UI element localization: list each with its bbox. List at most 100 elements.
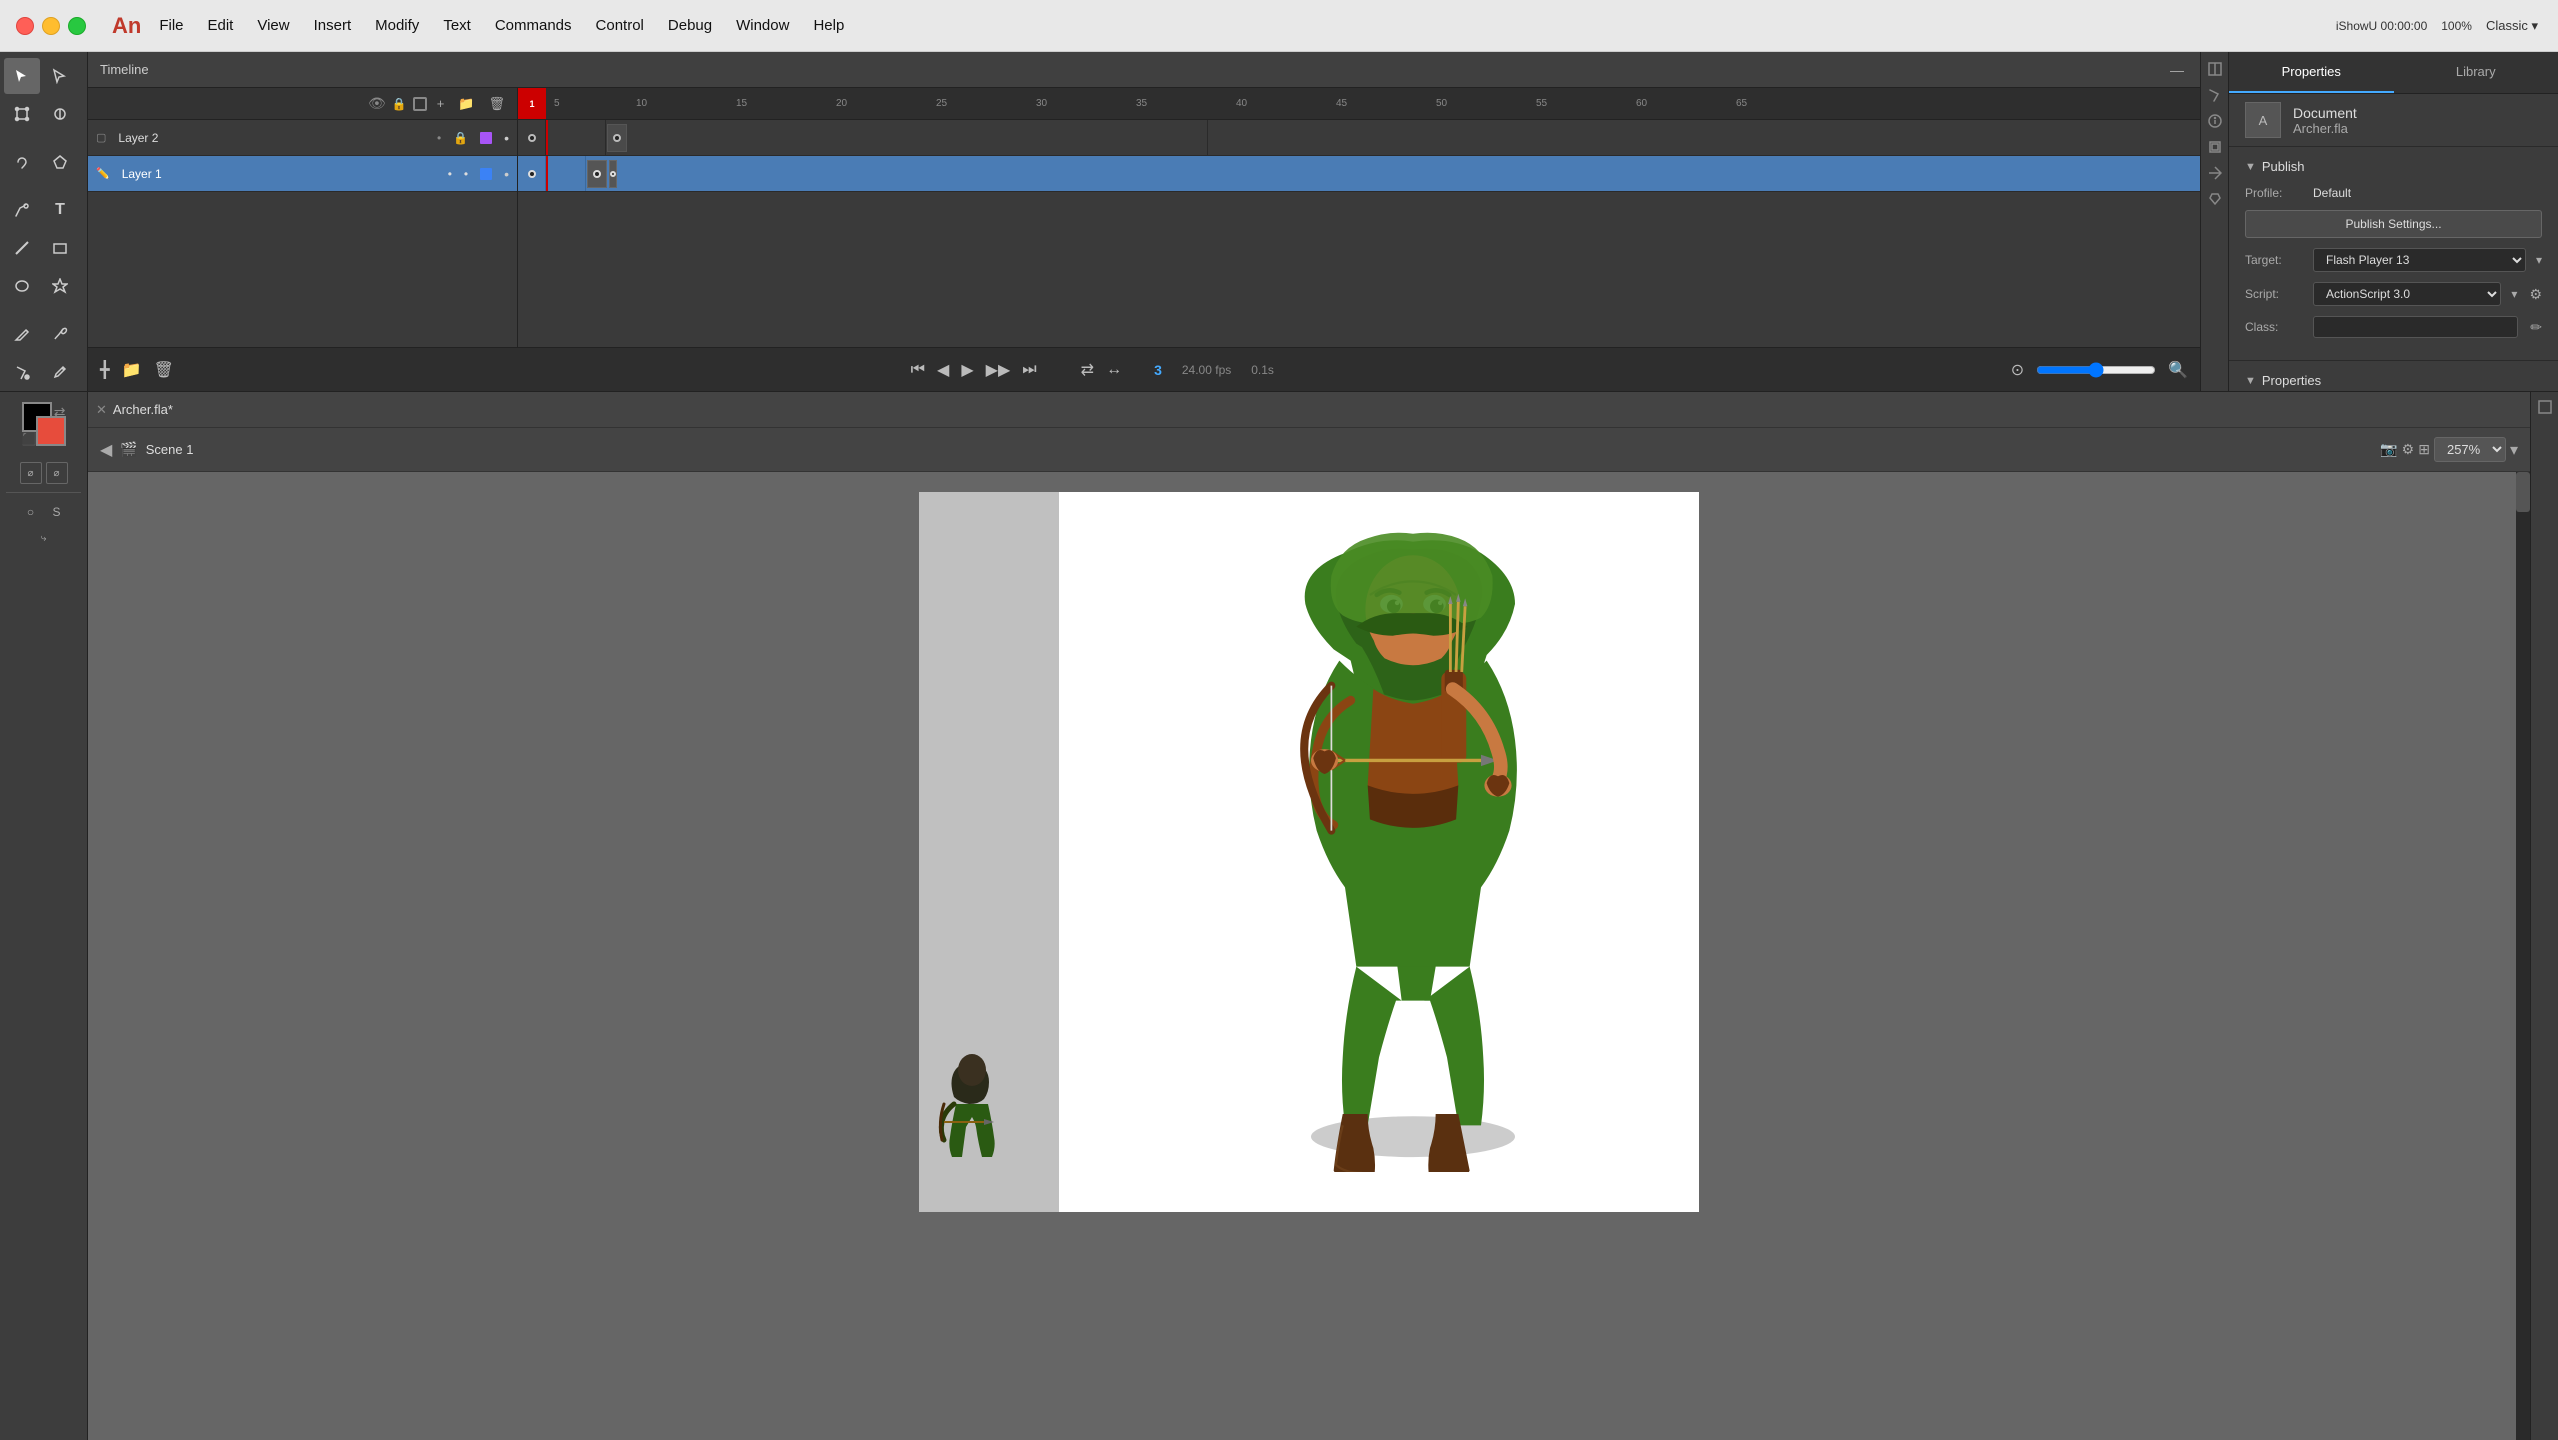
script-dropdown[interactable]: ActionScript 3.0 ActionScript 2.0 — [2313, 282, 2501, 306]
add-folder-btn[interactable]: 📁 — [454, 94, 478, 114]
maximize-button[interactable] — [68, 17, 86, 35]
workspace-selector[interactable]: Classic ▾ — [2486, 18, 2538, 34]
go-first-btn[interactable]: ⏮ — [911, 361, 925, 379]
class-edit-btn[interactable]: ✏ — [2530, 319, 2542, 336]
go-next-btn[interactable]: ▶▶ — [986, 360, 1011, 380]
info-icon-btn[interactable] — [2204, 110, 2226, 132]
properties-section-header[interactable]: ▼ Properties — [2245, 373, 2542, 388]
timeline-zoom-out[interactable]: 🔍 — [2168, 360, 2188, 380]
layer-row-2[interactable]: ▢ Layer 2 • 🔒 • — [88, 120, 517, 156]
go-last-btn[interactable]: ⏭ — [1022, 361, 1036, 379]
vertical-scrollbar[interactable] — [2516, 472, 2530, 1440]
timeline-title: Timeline — [100, 62, 149, 77]
menu-view[interactable]: View — [257, 17, 289, 34]
close-button[interactable] — [16, 17, 34, 35]
reset-colors-btn[interactable]: ⬛ — [22, 432, 37, 446]
script-settings-btn[interactable]: ⚙ — [2529, 286, 2542, 303]
eyedropper-tool[interactable] — [42, 354, 78, 390]
movie-icon: 🎬 — [120, 441, 137, 458]
bottom-area: ⇄ ⬛ ⌀ ⌀ ○ S ⤷ ✕ Archer.fla* — [0, 392, 2558, 1440]
menu-file[interactable]: File — [159, 17, 183, 34]
menu-commands[interactable]: Commands — [495, 17, 572, 34]
timeline-zoom-slider[interactable] — [2036, 362, 2156, 378]
play-btn[interactable]: ▶ — [961, 360, 973, 380]
menu-window[interactable]: Window — [736, 17, 789, 34]
add-layer-btn[interactable]: + — [433, 94, 449, 113]
menu-modify[interactable]: Modify — [375, 17, 419, 34]
delete-frames-btn[interactable]: 🗑 — [154, 360, 174, 380]
loop-playback-btn[interactable]: ⊙ — [2011, 360, 2024, 380]
class-input[interactable] — [2313, 316, 2518, 338]
zoom-dropdown-btn[interactable]: ▾ — [2510, 440, 2518, 460]
publish-settings-btn[interactable]: Publish Settings... — [2245, 210, 2542, 238]
selection-tool[interactable] — [4, 58, 40, 94]
publish-section: ▼ Publish Profile: Default Publish Setti… — [2229, 147, 2558, 361]
playback-new-layer[interactable]: ╋ — [100, 360, 110, 380]
none-stroke-btn[interactable]: ⌀ — [20, 462, 42, 484]
minimize-button[interactable] — [42, 17, 60, 35]
layer-row-1[interactable]: ✏️ Layer 1 • • • — [88, 156, 517, 192]
target-row: Target: Flash Player 13 Flash Player 12 … — [2245, 248, 2542, 272]
polystar-tool[interactable] — [42, 268, 78, 304]
stage-white — [1059, 492, 1699, 1212]
frames-area: 1 5 10 15 20 25 30 35 40 — [518, 88, 2200, 347]
tab-properties[interactable]: Properties — [2229, 52, 2394, 93]
menu-debug[interactable]: Debug — [668, 17, 712, 34]
publish-section-header[interactable]: ▼ Publish — [2245, 159, 2542, 174]
left-toolbar: T — [0, 52, 88, 391]
pen-tool[interactable] — [4, 192, 40, 228]
layer1-edit-icon: ✏️ — [96, 167, 110, 180]
free-transform-tool[interactable] — [4, 96, 40, 132]
go-prev-btn[interactable]: ◀ — [937, 360, 949, 380]
zoom-select[interactable]: 257% 100% 50% 200% 400% — [2434, 437, 2506, 462]
file-tab-label[interactable]: Archer.fla* — [113, 402, 173, 417]
polygon-lasso-tool[interactable] — [42, 144, 78, 180]
delete-layer-btn[interactable]: 🗑 — [484, 94, 509, 114]
rotate-btn[interactable]: ⚙ — [2402, 441, 2415, 458]
tab-close-icon[interactable]: ✕ — [96, 402, 107, 418]
gradient-transform-tool[interactable] — [42, 96, 78, 132]
menu-help[interactable]: Help — [813, 17, 844, 34]
debug-icon-btn[interactable] — [2204, 188, 2226, 210]
paint-bucket-icon-btn[interactable] — [2204, 84, 2226, 106]
ruler-35: 35 — [1136, 98, 1236, 109]
loop-btn[interactable]: ⇄ — [1081, 360, 1094, 380]
timeline-panel: Timeline — 👁 🔒 + 📁 🗑 — [88, 52, 2200, 391]
pencil-tool[interactable] — [4, 316, 40, 352]
oval-tool[interactable] — [4, 268, 40, 304]
symbol-btn[interactable]: ○ — [20, 501, 42, 523]
snap-to-btn[interactable]: ⊞ — [2418, 441, 2430, 458]
right-snap-btn[interactable] — [2534, 396, 2556, 418]
pen-tools-row: T — [4, 192, 83, 228]
none-fill-btn[interactable]: ⌀ — [46, 462, 68, 484]
paint-bucket-tool[interactable] — [4, 354, 40, 390]
lasso-tool[interactable] — [4, 144, 40, 180]
menu-text[interactable]: Text — [443, 17, 471, 34]
line-tool[interactable] — [4, 230, 40, 266]
menu-insert[interactable]: Insert — [314, 17, 352, 34]
text-tool[interactable]: T — [42, 192, 78, 228]
target-dropdown[interactable]: Flash Player 13 Flash Player 12 Flash Pl… — [2313, 248, 2526, 272]
snap-btn[interactable]: ↔ — [1106, 361, 1122, 379]
menu-control[interactable]: Control — [596, 17, 644, 34]
motion-icon-btn[interactable] — [2204, 162, 2226, 184]
camera-btn[interactable]: 📷 — [2380, 441, 2397, 458]
tab-library[interactable]: Library — [2394, 52, 2558, 93]
menu-items: File Edit View Insert Modify Text Comman… — [159, 17, 844, 34]
timeline-controls: — — [2166, 60, 2188, 80]
brush-tool[interactable] — [42, 316, 78, 352]
rect-tool[interactable] — [42, 230, 78, 266]
swap-colors-btn[interactable]: ⇄ — [54, 404, 66, 421]
playback-add-folder[interactable]: 📁 — [122, 360, 142, 380]
layer1-box — [480, 168, 492, 180]
symbol2-btn[interactable]: S — [46, 501, 68, 523]
bone-tool-btn[interactable]: ⤷ — [33, 527, 55, 549]
snap-icon-btn[interactable] — [2204, 58, 2226, 80]
menu-edit[interactable]: Edit — [208, 17, 234, 34]
ruler-30: 30 — [1036, 98, 1136, 109]
subselection-tool[interactable] — [42, 58, 78, 94]
ruler-60: 60 — [1636, 98, 1736, 109]
timeline-hide-btn[interactable]: — — [2166, 60, 2188, 80]
scene-nav-back[interactable]: ◀ — [100, 440, 112, 460]
transform-icon-btn[interactable] — [2204, 136, 2226, 158]
